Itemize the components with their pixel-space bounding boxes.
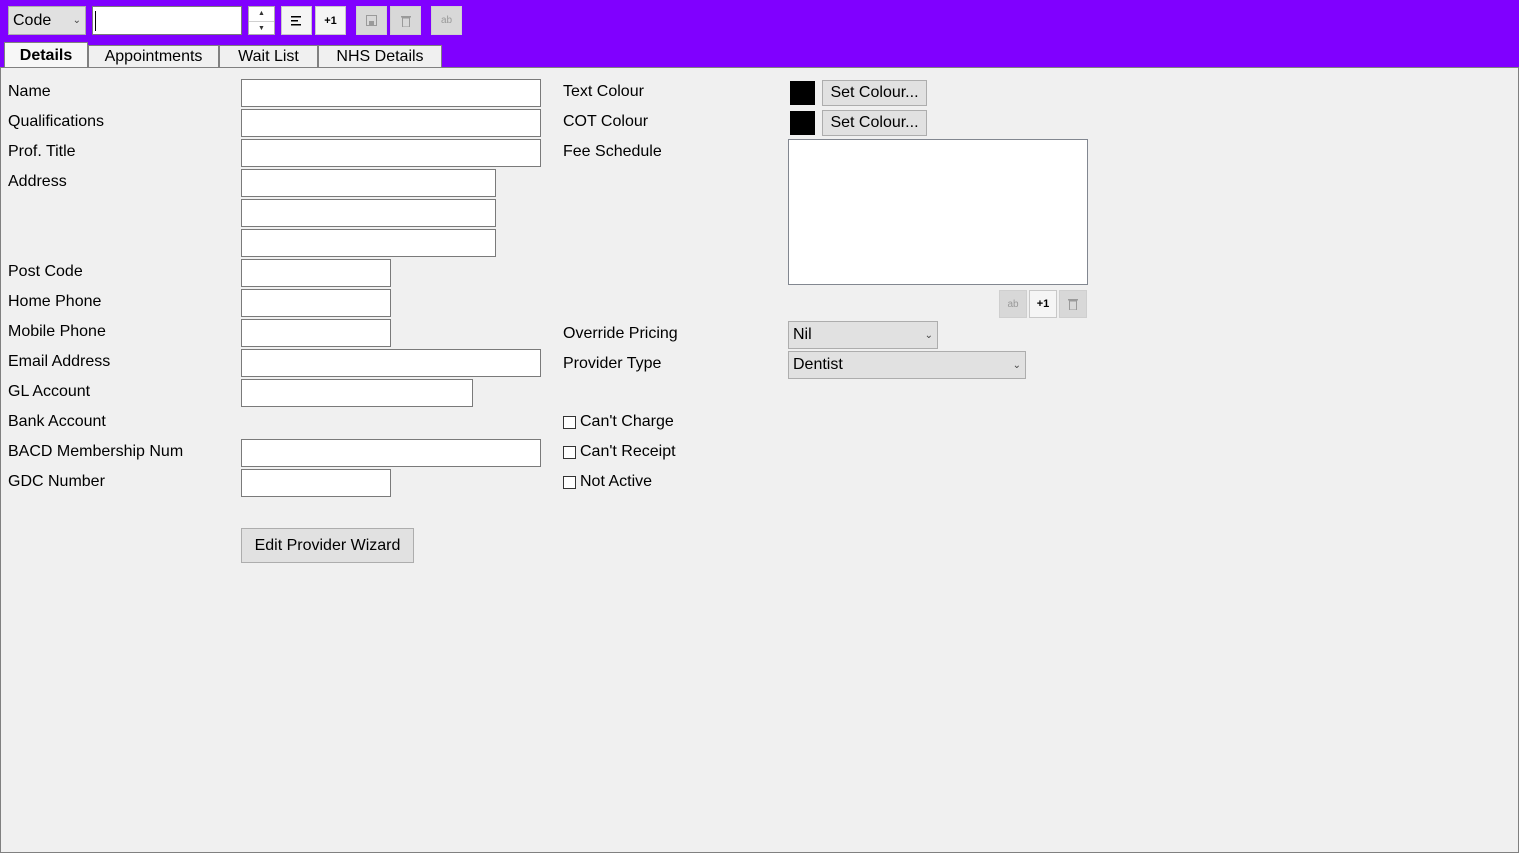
not-active-label: Not Active <box>580 473 653 490</box>
rename-button[interactable]: ab <box>431 6 462 35</box>
code-select-value: Code <box>13 11 52 29</box>
not-active-checkbox[interactable]: Not Active <box>563 473 652 491</box>
prof-title-label: Prof. Title <box>8 143 76 160</box>
bank-account-label: Bank Account <box>8 413 106 430</box>
gdc-label: GDC Number <box>8 473 105 490</box>
provider-type-value: Dentist <box>793 356 843 373</box>
gdc-input[interactable] <box>241 469 391 497</box>
cant-receipt-checkbox[interactable]: Can't Receipt <box>563 443 676 461</box>
fee-add-label: +1 <box>1036 298 1050 310</box>
edit-provider-wizard-button[interactable]: Edit Provider Wizard <box>241 528 414 563</box>
increment-button-label: +1 <box>324 14 337 27</box>
set-cot-colour-label: Set Colour... <box>830 114 919 131</box>
email-label: Email Address <box>8 353 111 370</box>
save-button[interactable] <box>356 6 387 35</box>
provider-type-label: Provider Type <box>563 355 662 372</box>
provider-type-select[interactable]: Dentist ⌄ <box>788 351 1026 379</box>
checkbox-box[interactable] <box>563 475 576 489</box>
mobile-phone-input[interactable] <box>241 319 391 347</box>
fee-add-button[interactable]: +1 <box>1029 290 1057 318</box>
fee-edit-button[interactable]: ab <box>999 290 1027 318</box>
trash-icon <box>1068 299 1078 310</box>
text-colour-swatch <box>790 81 815 105</box>
cant-charge-checkbox[interactable]: Can't Charge <box>563 413 674 431</box>
tab-appointments[interactable]: Appointments <box>88 45 219 68</box>
align-left-icon <box>290 15 301 25</box>
qualifications-input[interactable] <box>241 109 541 137</box>
chevron-down-icon: ⌄ <box>1012 359 1021 371</box>
mobile-phone-label: Mobile Phone <box>8 323 106 340</box>
tab-appointments-label: Appointments <box>104 48 203 65</box>
cot-colour-label: COT Colour <box>563 113 649 130</box>
address-label: Address <box>8 173 67 190</box>
text-caret <box>95 11 96 31</box>
trash-icon <box>400 15 411 27</box>
cot-colour-swatch <box>790 111 815 135</box>
tab-details-label: Details <box>19 46 73 64</box>
code-select[interactable]: Code ⌄ <box>8 6 86 35</box>
spin-up-icon[interactable]: ▲ <box>249 7 274 21</box>
gl-account-input[interactable] <box>241 379 473 407</box>
edit-provider-wizard-label: Edit Provider Wizard <box>254 536 401 554</box>
rename-icon: ab <box>440 15 453 26</box>
prof-title-input[interactable] <box>241 139 541 167</box>
gl-account-label: GL Account <box>8 383 91 400</box>
tab-wait-list-label: Wait List <box>238 48 299 65</box>
chevron-down-icon: ⌄ <box>924 329 933 341</box>
address-line1-input[interactable] <box>241 169 496 197</box>
set-text-colour-button[interactable]: Set Colour... <box>822 80 927 106</box>
delete-button[interactable] <box>390 6 421 35</box>
address-line3-input[interactable] <box>241 229 496 257</box>
cant-receipt-label: Can't Receipt <box>580 443 676 460</box>
checkbox-box[interactable] <box>563 415 576 429</box>
fee-schedule-list[interactable] <box>788 139 1088 285</box>
search-input[interactable] <box>92 6 242 35</box>
rename-icon: ab <box>1007 298 1019 310</box>
set-cot-colour-button[interactable]: Set Colour... <box>822 110 927 136</box>
bacd-input[interactable] <box>241 439 541 467</box>
search-spinner[interactable]: ▲ ▼ <box>248 6 275 35</box>
tab-wait-list[interactable]: Wait List <box>219 45 318 68</box>
name-input[interactable] <box>241 79 541 107</box>
override-pricing-label: Override Pricing <box>563 325 678 342</box>
post-code-label: Post Code <box>8 263 83 280</box>
cant-charge-label: Can't Charge <box>580 413 674 430</box>
tab-nhs-details-label: NHS Details <box>336 48 424 65</box>
tab-details[interactable]: Details <box>4 42 88 68</box>
increment-button[interactable]: +1 <box>315 6 346 35</box>
override-pricing-select[interactable]: Nil ⌄ <box>788 321 938 349</box>
bacd-label: BACD Membership Num <box>8 443 184 460</box>
override-pricing-value: Nil <box>793 326 812 343</box>
save-icon <box>366 15 377 26</box>
fee-schedule-label: Fee Schedule <box>563 143 662 160</box>
set-text-colour-label: Set Colour... <box>830 84 919 101</box>
align-button[interactable] <box>281 6 312 35</box>
address-line2-input[interactable] <box>241 199 496 227</box>
spin-down-icon[interactable]: ▼ <box>249 21 274 35</box>
text-colour-label: Text Colour <box>563 83 644 100</box>
name-label: Name <box>8 83 51 100</box>
details-panel <box>0 67 1519 853</box>
home-phone-label: Home Phone <box>8 293 102 310</box>
fee-delete-button[interactable] <box>1059 290 1087 318</box>
email-input[interactable] <box>241 349 541 377</box>
chevron-down-icon: ⌄ <box>72 15 81 26</box>
home-phone-input[interactable] <box>241 289 391 317</box>
post-code-input[interactable] <box>241 259 391 287</box>
qualifications-label: Qualifications <box>8 113 105 130</box>
tab-nhs-details[interactable]: NHS Details <box>318 45 442 68</box>
checkbox-box[interactable] <box>563 445 576 459</box>
